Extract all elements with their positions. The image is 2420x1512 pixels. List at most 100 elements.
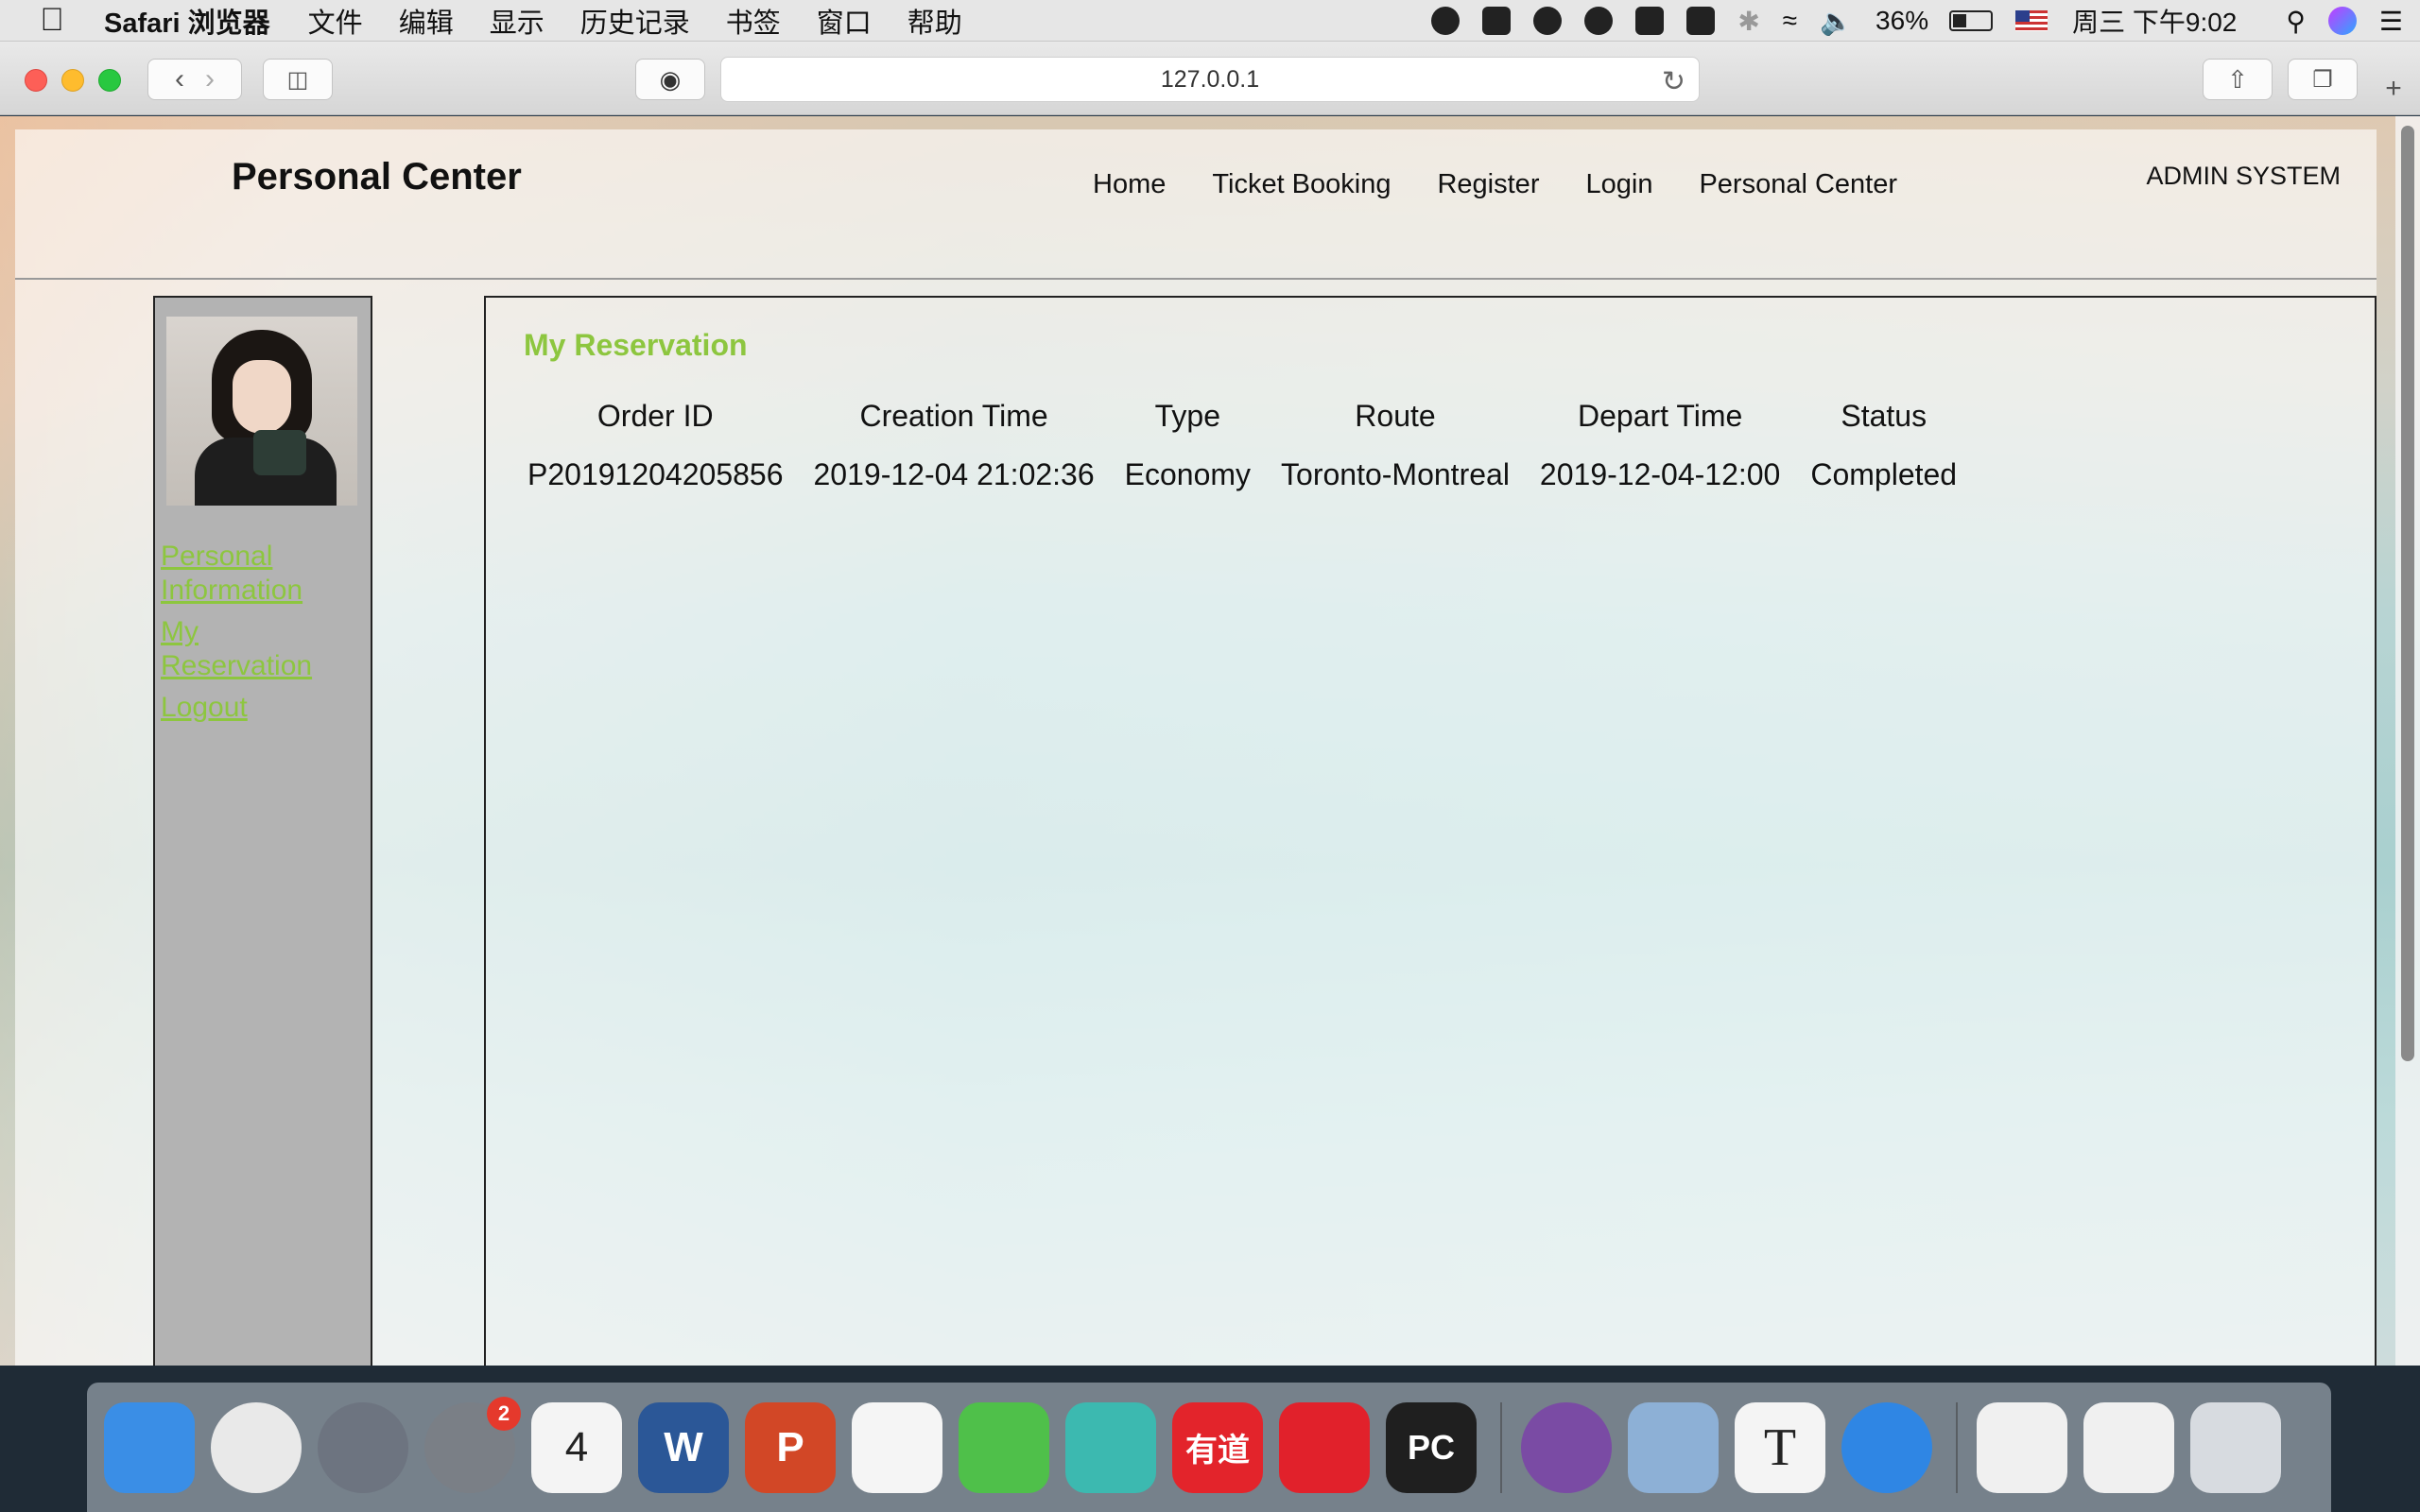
tabs-overview-button[interactable]: ❐ (2288, 59, 2358, 100)
launchpad-icon[interactable] (318, 1401, 408, 1493)
cell-route: Toronto-Montreal (1281, 456, 1510, 491)
nav-login[interactable]: Login (1585, 169, 1652, 200)
tabs-icon: ❐ (2312, 66, 2333, 93)
share-button[interactable]: ⇧ (2203, 59, 2273, 100)
app-menu[interactable]: Safari 浏览器 (104, 1, 270, 41)
spotlight-search-icon[interactable]: ⚲ (2286, 6, 2306, 37)
chrome-icon[interactable] (211, 1401, 302, 1493)
cell-status: Completed (1810, 456, 1958, 491)
finder-icon[interactable] (104, 1401, 195, 1493)
back-forward-buttons: ‹ › (147, 59, 242, 100)
calendar-icon[interactable]: 4 (531, 1401, 622, 1493)
trash-icon[interactable] (2190, 1401, 2281, 1493)
site-title: Personal Center (232, 156, 522, 198)
notification-badge: 2 (487, 1396, 521, 1431)
wechat-tray-icon[interactable] (1482, 7, 1512, 35)
table-row: P20191204205856 2019-12-04 21:02:36 Econ… (512, 441, 1972, 507)
reservation-table: Order ID Creation Time Type Route Depart… (512, 390, 1972, 507)
clock[interactable]: 周三 下午9:02 (2072, 2, 2237, 40)
close-window-button[interactable] (25, 69, 47, 92)
recent-window-1-icon[interactable] (1977, 1401, 2067, 1493)
netease-music-icon[interactable] (1279, 1401, 1370, 1493)
system-preferences-icon[interactable]: 2 (424, 1396, 521, 1493)
menu-bookmarks[interactable]: 书签 (726, 1, 781, 41)
bluetooth-icon[interactable]: ✱ (1737, 6, 1759, 37)
sidebar-links: Personal Information My Reservation Logo… (161, 540, 340, 732)
volume-icon[interactable]: 🔈 (1820, 6, 1853, 37)
search-app-tray-icon[interactable] (1533, 7, 1563, 35)
input-source-flag-icon[interactable] (2015, 10, 2048, 31)
avatar-face (233, 360, 291, 434)
main-panel: My Reservation Order ID Creation Time Ty… (484, 296, 2377, 1366)
nav-ticket-booking[interactable]: Ticket Booking (1212, 169, 1391, 200)
menu-file[interactable]: 文件 (308, 1, 363, 41)
scrollbar-thumb[interactable] (2401, 126, 2414, 1061)
back-icon[interactable]: ‹ (175, 63, 184, 95)
siri-icon[interactable] (2327, 7, 2357, 35)
sidebar-toggle-button[interactable]: ◫ (263, 59, 333, 100)
column-header-type: Type (1154, 398, 1221, 433)
dock-divider (1500, 1401, 1502, 1493)
screenshot-app-icon[interactable] (1065, 1401, 1156, 1493)
plus-icon: + (2385, 73, 2402, 104)
address-bar[interactable]: 127.0.0.1 ↻ (720, 57, 1700, 102)
wechat-icon[interactable] (959, 1401, 1049, 1493)
pycharm-icon[interactable]: PC (1386, 1401, 1477, 1493)
fullscreen-window-button[interactable] (98, 69, 121, 92)
menu-edit[interactable]: 编辑 (399, 1, 454, 41)
reload-icon[interactable]: ↻ (1662, 65, 1685, 98)
sidebar-item-personal-information[interactable]: Personal Information (161, 540, 340, 608)
new-tab-button[interactable]: + (2375, 70, 2412, 108)
battery-percent: 36% (1876, 6, 1929, 35)
word-letter: W (664, 1423, 703, 1470)
url-text: 127.0.0.1 (1160, 65, 1260, 93)
menu-window[interactable]: 窗口 (817, 1, 872, 41)
youdao-icon[interactable]: 有道 (1172, 1401, 1263, 1493)
preview-icon[interactable] (1628, 1401, 1719, 1493)
nav-register[interactable]: Register (1437, 169, 1539, 200)
forward-icon[interactable]: › (205, 63, 215, 95)
sync-tray-icon[interactable] (1584, 7, 1614, 35)
column-header-route: Route (1355, 398, 1436, 433)
safari-icon[interactable] (1841, 1401, 1932, 1493)
calendar-day: 4 (564, 1423, 589, 1470)
column-header-order-id: Order ID (596, 398, 714, 433)
typora-letter: T (1763, 1418, 1797, 1477)
cell-depart-time: 2019-12-04-12:00 (1539, 456, 1781, 491)
cell-type: Economy (1124, 456, 1252, 491)
browser-toolbar: ‹ › ◫ ◉ 127.0.0.1 ↻ ⇧ ❐ + (0, 42, 2420, 115)
menu-history[interactable]: 历史记录 (580, 1, 690, 41)
github-desktop-icon[interactable] (1521, 1401, 1612, 1493)
page-scrollbar[interactable] (2395, 116, 2420, 1366)
apple-menu-icon[interactable]:  (0, 2, 104, 39)
column-header-status: Status (1841, 398, 1927, 433)
minimize-window-button[interactable] (61, 69, 84, 92)
evernote-tray-icon[interactable] (1635, 7, 1665, 35)
sidebar-item-my-reservation[interactable]: My Reservation (161, 615, 340, 683)
menu-help[interactable]: 帮助 (908, 1, 962, 41)
recent-window-2-icon[interactable] (2083, 1401, 2174, 1493)
typora-icon[interactable]: T (1735, 1401, 1825, 1493)
sidebar-item-logout[interactable]: Logout (161, 691, 340, 725)
menubar:  Safari 浏览器 文件 编辑 显示 历史记录 书签 窗口 帮助 ✱ ≈ … (0, 0, 2420, 42)
nav-home[interactable]: Home (1093, 169, 1166, 200)
qq-tray-icon[interactable] (1431, 7, 1461, 35)
battery-icon[interactable] (1949, 10, 1994, 31)
qq-icon[interactable] (852, 1401, 942, 1493)
clipboard-tray-icon[interactable] (1686, 7, 1716, 35)
powerpoint-icon[interactable]: P (745, 1401, 836, 1493)
avatar-camera (253, 430, 306, 475)
notification-center-icon[interactable]: ☰ (2379, 6, 2403, 37)
dock-divider (1956, 1401, 1958, 1493)
nav-personal-center[interactable]: Personal Center (1699, 169, 1897, 200)
avatar (166, 317, 357, 506)
powerpoint-letter: P (776, 1423, 804, 1470)
status-tray: ✱ ≈ 🔈 36% 周三 下午9:02 ⚲ ☰ (1420, 0, 2420, 42)
section-title: My Reservation (524, 328, 748, 362)
word-icon[interactable]: W (638, 1401, 729, 1493)
menu-view[interactable]: 显示 (490, 1, 544, 41)
extension-button[interactable]: ◉ (635, 59, 705, 100)
wifi-icon[interactable]: ≈ (1783, 6, 1797, 36)
pycharm-label: PC (1407, 1427, 1455, 1467)
admin-system-link[interactable]: ADMIN SYSTEM (2146, 162, 2341, 191)
